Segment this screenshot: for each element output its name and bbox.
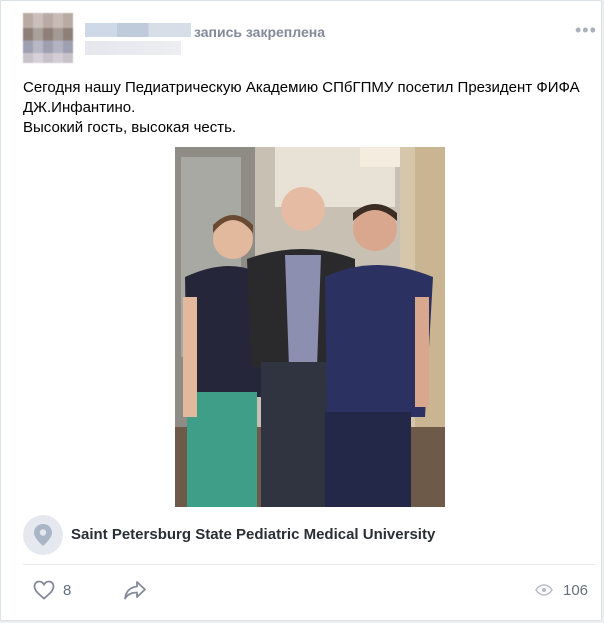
location-link[interactable]: Saint Petersburg State Pediatric Medical… xyxy=(23,515,583,555)
share-arrow-icon xyxy=(124,581,146,600)
post-card: запись закреплена ••• Сегодня нашу Педиа… xyxy=(0,0,602,621)
author-name-blurred[interactable] xyxy=(85,23,191,37)
more-dots-icon[interactable]: ••• xyxy=(575,21,597,39)
views-count: 106 xyxy=(563,581,589,599)
like-button[interactable]: 8 xyxy=(33,579,71,601)
like-count: 8 xyxy=(63,581,72,599)
author-avatar[interactable] xyxy=(23,13,73,63)
post-photo[interactable] xyxy=(175,147,445,507)
post-text-line: Высокий гость, высокая честь. xyxy=(23,119,237,136)
footer-divider xyxy=(23,564,595,565)
location-pin-icon xyxy=(23,515,63,555)
location-name: Saint Petersburg State Pediatric Medical… xyxy=(71,526,436,543)
post-text-line: ДЖ.Инфантино. xyxy=(23,99,136,116)
heart-icon xyxy=(33,580,55,600)
pinned-status: запись закреплена xyxy=(194,24,326,40)
post-text: Сегодня нашу Педиатрическую Академию СПб… xyxy=(23,78,593,138)
post-date-blurred xyxy=(85,41,181,55)
views-counter: 106 xyxy=(535,579,588,601)
post-text-line: Сегодня нашу Педиатрическую Академию СПб… xyxy=(23,79,580,96)
eye-icon xyxy=(535,584,553,596)
share-button[interactable] xyxy=(123,579,147,606)
